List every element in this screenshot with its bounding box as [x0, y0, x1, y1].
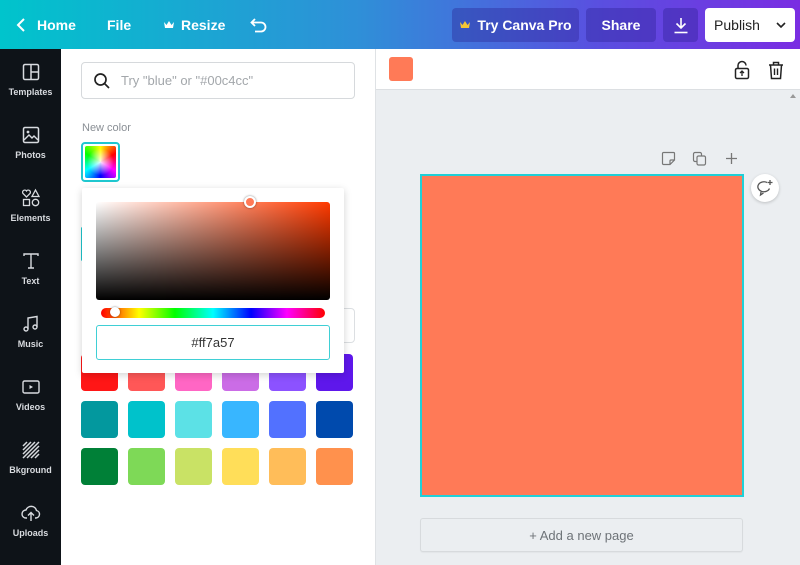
color-swatch[interactable]	[222, 401, 259, 438]
delete-button[interactable]	[765, 59, 787, 81]
sidebar-item-videos[interactable]: Videos	[0, 377, 61, 437]
sidebar-item-background[interactable]: Bkground	[0, 440, 61, 500]
top-bar: Home File Resize Try Canva Pro Share Pub…	[0, 0, 800, 49]
saturation-value-area[interactable]	[96, 196, 330, 300]
sidebar-label: Templates	[8, 87, 53, 97]
trash-icon	[769, 61, 783, 79]
chevron-left-icon	[16, 17, 25, 32]
rainbow-swatch-icon	[85, 146, 116, 178]
hex-color-input[interactable]	[96, 325, 330, 360]
color-swatch[interactable]	[175, 448, 212, 485]
comment-add-icon	[757, 180, 773, 197]
undo-button[interactable]	[250, 0, 268, 49]
sidebar-label: Music	[17, 339, 44, 349]
sidebar-label: Videos	[15, 402, 46, 412]
color-search-field[interactable]	[81, 62, 355, 99]
try-canva-pro-button[interactable]: Try Canva Pro	[452, 8, 579, 42]
videos-icon	[21, 380, 40, 394]
hue-slider[interactable]	[101, 307, 325, 318]
lock-button[interactable]	[731, 59, 753, 81]
elements-icon	[21, 188, 40, 207]
color-swatch[interactable]	[128, 448, 165, 485]
sidebar-label: Elements	[10, 213, 51, 223]
search-icon	[94, 72, 110, 89]
selected-color-button[interactable]	[389, 57, 413, 81]
add-page-icon-button[interactable]	[722, 149, 740, 167]
color-search-input[interactable]	[121, 73, 341, 88]
publish-button[interactable]: Publish	[705, 8, 795, 42]
color-swatch[interactable]	[81, 401, 118, 438]
sidebar-label: Text	[21, 276, 40, 286]
crown-icon	[164, 20, 174, 28]
sidebar-label: Uploads	[12, 528, 49, 538]
color-swatch[interactable]	[128, 401, 165, 438]
add-comment-button[interactable]	[751, 174, 779, 202]
design-page[interactable]	[420, 174, 744, 497]
color-picker-popover	[82, 188, 344, 373]
share-label: Share	[601, 17, 641, 33]
uploads-icon	[20, 505, 40, 521]
sidebar-item-music[interactable]: Music	[0, 314, 61, 374]
new-color-button[interactable]	[81, 142, 120, 182]
chevron-down-icon	[776, 22, 786, 28]
templates-icon	[22, 63, 39, 81]
text-icon	[22, 253, 39, 269]
sidebar: Templates Photos Elements Text Music Vid…	[0, 49, 61, 565]
crown-icon	[460, 21, 471, 28]
color-swatch[interactable]	[316, 401, 353, 438]
color-swatch[interactable]	[316, 448, 353, 485]
add-note-button[interactable]	[659, 149, 677, 167]
add-new-page-button[interactable]: + Add a new page	[420, 518, 743, 552]
photos-icon	[22, 126, 39, 144]
unlock-icon	[734, 60, 750, 80]
add-page-label: + Add a new page	[529, 527, 634, 543]
color-swatch[interactable]	[175, 401, 212, 438]
note-icon	[661, 151, 675, 165]
background-icon	[21, 441, 40, 459]
canvas-area: + Add a new page	[375, 49, 800, 565]
color-swatch[interactable]	[81, 448, 118, 485]
sidebar-item-elements[interactable]: Elements	[0, 188, 61, 248]
color-swatch[interactable]	[269, 401, 306, 438]
sidebar-item-uploads[interactable]: Uploads	[0, 503, 61, 563]
new-color-label: New color	[82, 122, 131, 134]
try-pro-label: Try Canva Pro	[477, 17, 572, 33]
undo-icon	[250, 17, 267, 32]
duplicate-page-button[interactable]	[690, 149, 708, 167]
file-label: File	[107, 16, 132, 33]
sidebar-item-photos[interactable]: Photos	[0, 125, 61, 185]
home-button[interactable]: Home	[16, 0, 76, 49]
saturation-value-handle[interactable]	[244, 196, 257, 208]
sidebar-label: Bkground	[9, 465, 52, 475]
sidebar-label: Photos	[15, 150, 46, 160]
hue-slider-handle[interactable]	[109, 307, 120, 317]
sidebar-item-text[interactable]: Text	[0, 251, 61, 311]
scroll-up-arrow[interactable]	[790, 94, 796, 98]
color-swatch[interactable]	[269, 448, 306, 485]
duplicate-icon	[692, 151, 706, 166]
file-menu-button[interactable]: File	[107, 0, 131, 49]
resize-button[interactable]: Resize	[163, 0, 225, 49]
publish-label: Publish	[714, 17, 760, 33]
resize-label: Resize	[181, 16, 226, 33]
share-button[interactable]: Share	[586, 8, 656, 42]
color-swatch[interactable]	[222, 448, 259, 485]
context-toolbar	[376, 49, 800, 90]
download-button[interactable]	[663, 8, 698, 42]
sidebar-item-templates[interactable]: Templates	[0, 62, 61, 122]
plus-icon	[725, 152, 737, 164]
home-label: Home	[37, 16, 76, 33]
music-icon	[22, 315, 38, 332]
download-icon	[674, 17, 687, 33]
